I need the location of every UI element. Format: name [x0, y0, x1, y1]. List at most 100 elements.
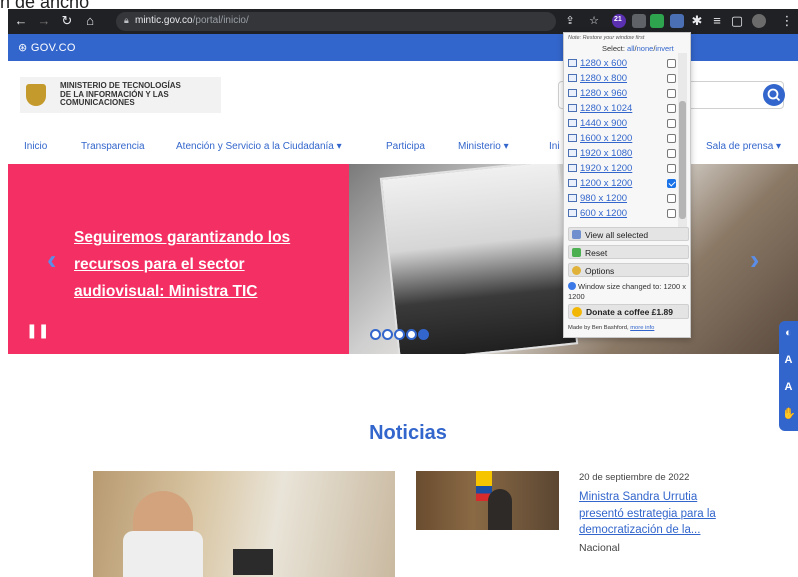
font-increase-icon[interactable]: A [782, 354, 795, 367]
carousel-dot[interactable] [370, 329, 381, 340]
nav-item-ministerio[interactable]: Ministerio ▾ [458, 141, 509, 152]
news-item-headline-link[interactable]: Ministra Sandra Urrutia presentó estrate… [579, 489, 739, 539]
resolution-row[interactable]: 1920 x 1080 [568, 147, 676, 161]
window-icon [568, 194, 577, 202]
resolution-checkbox[interactable] [667, 119, 676, 128]
extensions-puzzle-icon[interactable]: ✱ [688, 12, 706, 30]
resolution-list-scrollbar[interactable] [678, 53, 687, 237]
resolution-link[interactable]: 1920 x 1080 [580, 148, 632, 159]
resolution-row[interactable]: 1920 x 1200 [568, 162, 676, 176]
more-info-link[interactable]: more info [630, 325, 654, 331]
news-photo-speaker [488, 489, 512, 530]
resolution-row[interactable]: 1280 x 800 [568, 72, 676, 86]
resolution-checkbox[interactable] [667, 104, 676, 113]
gov-co-logo[interactable]: ⊛ GOV.CO [18, 41, 76, 54]
window-icon [568, 104, 577, 112]
resolution-link[interactable]: 1440 x 900 [580, 118, 627, 129]
resolution-link[interactable]: 1280 x 800 [580, 73, 627, 84]
sign-language-icon[interactable]: ✋ [782, 408, 796, 421]
carousel-next-icon[interactable]: › [750, 244, 759, 276]
carousel-dot[interactable] [394, 329, 405, 340]
resolution-checkbox[interactable] [667, 89, 676, 98]
donate-button[interactable]: Donate a coffee £1.89 [568, 304, 689, 319]
mintic-logo[interactable]: MINISTERIO DE TECNOLOGÍAS DE LA INFORMAC… [20, 77, 221, 113]
resolution-checkbox[interactable] [667, 74, 676, 83]
home-icon[interactable]: ⌂ [81, 12, 99, 30]
search-button[interactable] [763, 84, 785, 106]
resolution-checkbox[interactable] [667, 59, 676, 68]
nav-item-sala-de-prensa[interactable]: Sala de prensa ▾ [706, 141, 781, 152]
resolution-link[interactable]: 1200 x 1200 [580, 178, 632, 189]
resolution-row[interactable]: 1280 x 960 [568, 87, 676, 101]
resolution-row[interactable]: 600 x 1200 [568, 207, 676, 221]
contrast-icon[interactable]: ◐ [782, 327, 795, 340]
bookmark-star-icon[interactable]: ☆ [585, 12, 603, 30]
carousel-dot[interactable] [406, 329, 417, 340]
resolution-link[interactable]: 1600 x 1200 [580, 133, 632, 144]
view-all-selected-button[interactable]: View all selected [568, 227, 689, 241]
carousel-prev-icon[interactable]: ‹ [47, 244, 56, 276]
resolution-link[interactable]: 980 x 1200 [580, 193, 627, 204]
address-bar[interactable]: 🔒︎ mintic.gov.co/portal/inicio/ [116, 12, 556, 31]
options-button[interactable]: Options [568, 263, 689, 277]
resolution-checkbox[interactable] [667, 164, 676, 173]
back-arrow-icon[interactable]: ← [12, 12, 30, 30]
camera-extension-icon[interactable] [632, 14, 646, 28]
resolution-checkbox[interactable] [667, 209, 676, 218]
carousel-dot[interactable] [418, 329, 429, 340]
status-message-text: Window size changed to: 1200 x 1200 [568, 282, 686, 301]
window-icon [568, 179, 577, 187]
reset-button[interactable]: Reset [568, 245, 689, 259]
window-icon [568, 164, 577, 172]
resolution-checkbox[interactable] [667, 149, 676, 158]
forward-arrow-icon[interactable]: → [35, 12, 53, 30]
resolution-checkbox[interactable] [667, 194, 676, 203]
logo-line-3: COMUNICACIONES [60, 98, 135, 107]
window-icon [568, 74, 577, 82]
credit-text: Made by Ben Bashford, [568, 325, 629, 331]
nav-item-transparencia[interactable]: Transparencia [81, 141, 145, 152]
font-decrease-icon[interactable]: A [782, 381, 795, 394]
reading-list-icon[interactable]: ≡ [708, 12, 726, 30]
side-panel-icon[interactable]: ▢ [728, 12, 746, 30]
browser-toolbar: ← → ↻ ⌂ 🔒︎ mintic.gov.co/portal/inicio/ … [8, 9, 798, 34]
hero-headline-link[interactable]: Seguiremos garantizando los recursos par… [74, 224, 324, 305]
resolution-row[interactable]: 1280 x 600 [568, 57, 676, 71]
scrollbar-thumb[interactable] [679, 101, 686, 219]
news-item-date: 20 de septiembre de 2022 [579, 472, 690, 483]
resolution-row[interactable]: 1280 x 1024 [568, 102, 676, 116]
nav-item-inicio[interactable]: Inicio [24, 141, 47, 152]
url-path: /portal/inicio/ [192, 15, 249, 26]
resolution-link[interactable]: 1920 x 1200 [580, 163, 632, 174]
resolution-link[interactable]: 1280 x 960 [580, 88, 627, 99]
check-extension-icon[interactable] [650, 14, 664, 28]
resolution-link[interactable]: 1280 x 600 [580, 58, 627, 69]
hero-poster-image [379, 164, 579, 354]
news-item-thumbnail[interactable] [416, 471, 559, 530]
select-none-link[interactable]: none [637, 44, 654, 53]
resolution-link[interactable]: 1280 x 1024 [580, 103, 632, 114]
news-featured-image[interactable] [93, 471, 395, 577]
resolution-checkbox[interactable] [667, 179, 676, 188]
profile-avatar-icon[interactable] [752, 14, 766, 28]
carousel-dot[interactable] [382, 329, 393, 340]
screenshot-root: n de ancho ← → ↻ ⌂ 🔒︎ mintic.gov.co/port… [0, 0, 798, 577]
select-invert-link[interactable]: invert [655, 44, 673, 53]
window-resizer-extension-icon[interactable] [670, 14, 684, 28]
chrome-menu-icon[interactable]: ⋮ [778, 12, 796, 30]
nav-item-ini[interactable]: Ini [549, 141, 560, 152]
resolution-row[interactable]: 980 x 1200 [568, 192, 676, 206]
share-icon[interactable]: ⇪ [561, 12, 579, 30]
resolution-row[interactable]: 1440 x 900 [568, 117, 676, 131]
news-photo-laptop [233, 549, 273, 575]
reload-icon[interactable]: ↻ [58, 12, 76, 30]
nav-item-participa[interactable]: Participa [386, 141, 425, 152]
resolution-row[interactable]: 1600 x 1200 [568, 132, 676, 146]
carousel-pause-icon[interactable]: ❚❚ [26, 322, 49, 339]
nav-item-atencion[interactable]: Atención y Servicio a la Ciudadanía ▾ [176, 141, 342, 152]
resolution-row[interactable]: 1200 x 1200 [568, 177, 676, 191]
resolution-checkbox[interactable] [667, 134, 676, 143]
extension-badge-icon[interactable]: 21 [612, 14, 626, 28]
select-all-link[interactable]: all [627, 44, 635, 53]
resolution-link[interactable]: 600 x 1200 [580, 208, 627, 219]
